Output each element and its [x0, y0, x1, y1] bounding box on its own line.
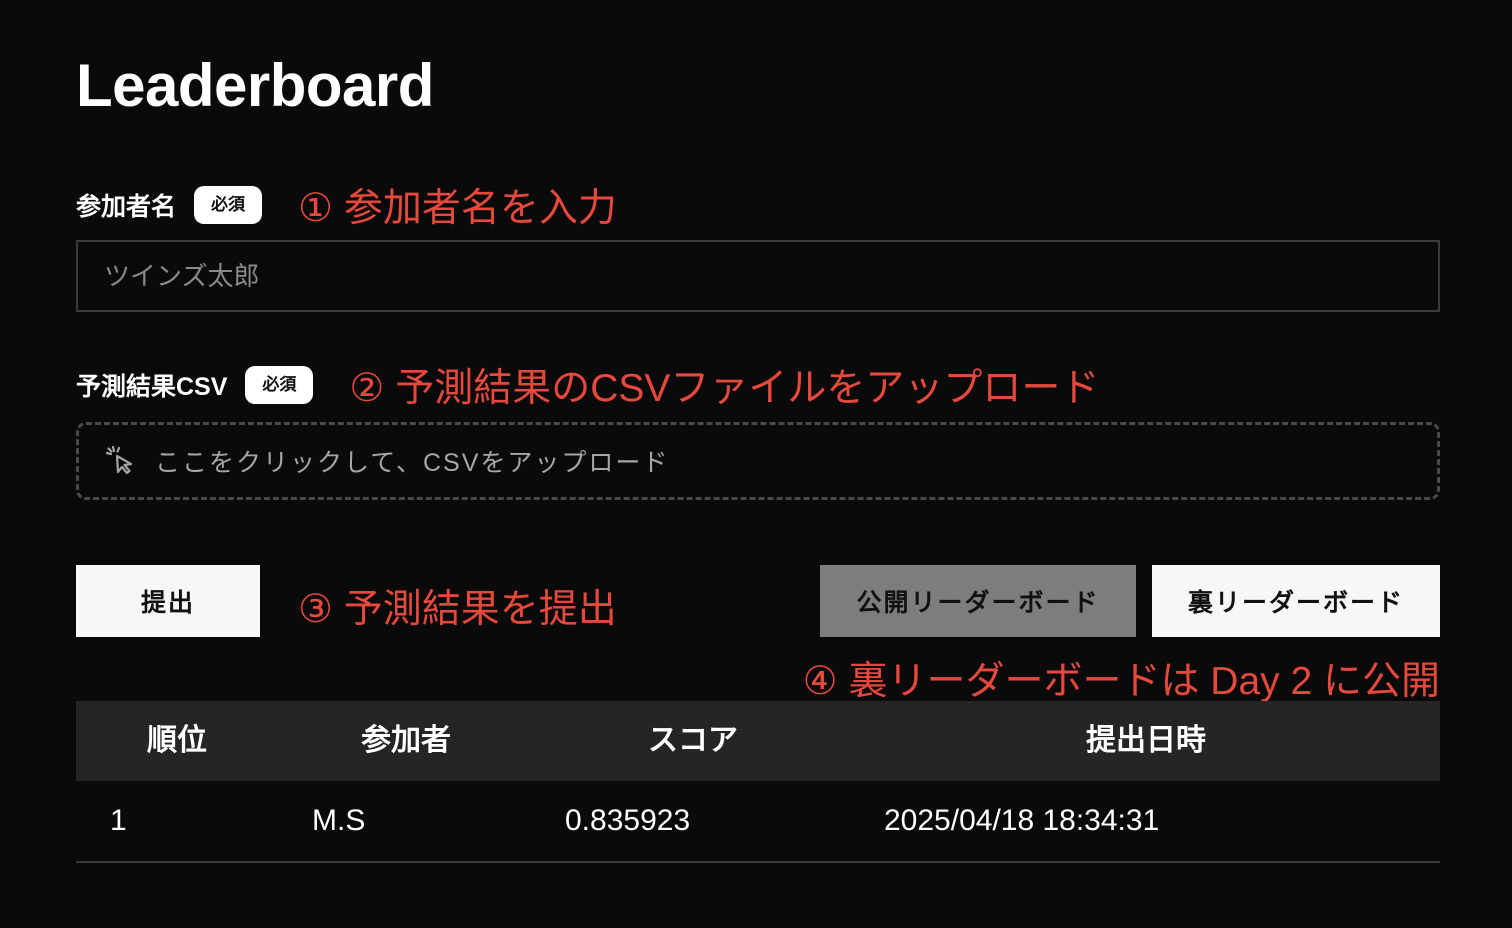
submit-button[interactable]: 提出	[76, 565, 260, 637]
participant-name-input[interactable]	[76, 240, 1440, 312]
name-label-row: 参加者名 必須 ① 参加者名を入力	[76, 185, 617, 230]
step2-annotation: ② 予測結果のCSVファイルをアップロード	[349, 367, 1100, 410]
public-leaderboard-button[interactable]: 公開リーダーボード	[820, 565, 1136, 637]
required-badge: 必須	[194, 186, 263, 224]
step1-annotation: ① 参加者名を入力	[298, 187, 617, 230]
leaderboard-table: 順位 参加者 スコア 提出日時 1 M.S 0.835923 2025/04/1…	[76, 701, 1440, 863]
step3-annotation: ③ 予測結果を提出	[298, 588, 617, 631]
csv-upload-dropzone[interactable]: ここをクリックして、CSVをアップロード	[76, 422, 1440, 500]
csv-field-label: 予測結果CSV	[76, 373, 228, 401]
pointer-click-icon	[105, 445, 137, 477]
header-participant: 参加者	[361, 724, 451, 757]
cell-rank: 1	[110, 804, 127, 837]
table-row: 1 M.S 0.835923 2025/04/18 18:34:31	[76, 781, 1440, 863]
cell-score: 0.835923	[565, 804, 691, 837]
cell-submitted-at: 2025/04/18 18:34:31	[884, 804, 1160, 837]
hidden-leaderboard-button[interactable]: 裏リーダーボード	[1152, 565, 1440, 637]
header-score: スコア	[648, 724, 738, 757]
name-field-label: 参加者名	[76, 193, 177, 221]
csv-label-row: 予測結果CSV 必須 ② 予測結果のCSVファイルをアップロード	[76, 365, 1099, 410]
table-header: 順位 参加者 スコア 提出日時	[76, 701, 1440, 781]
page-title: Leaderboard	[76, 52, 434, 119]
header-submitted-at: 提出日時	[1086, 724, 1206, 757]
step4-annotation: ④ 裏リーダーボードは Day 2 に公開	[802, 660, 1440, 703]
cell-participant: M.S	[312, 804, 366, 837]
upload-instruction-text: ここをクリックして、CSVをアップロード	[155, 449, 670, 477]
required-badge: 必須	[245, 366, 314, 404]
header-rank: 順位	[147, 724, 207, 757]
